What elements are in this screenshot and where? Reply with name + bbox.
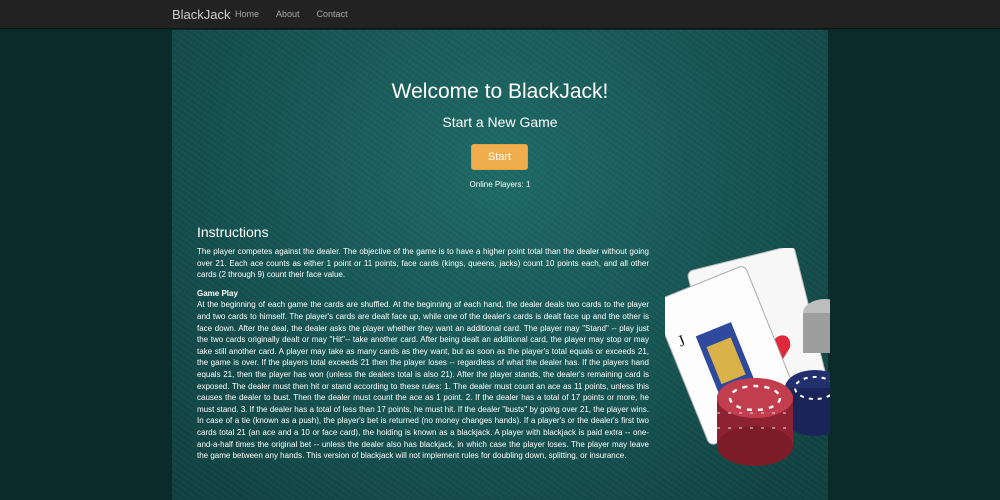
new-game-heading: Start a New Game [442, 114, 558, 130]
instructions-intro: The player competes against the dealer. … [197, 247, 649, 280]
instructions-section: Instructions The player competes against… [197, 224, 649, 462]
instructions-title: Instructions [197, 224, 269, 240]
grey-chip-stack [803, 299, 830, 353]
nav-links: Home About Contact [235, 9, 365, 19]
side-panel-right [828, 30, 1000, 500]
brand-link[interactable]: BlackJack [172, 7, 231, 22]
online-players-count: 1 [526, 180, 531, 189]
start-button[interactable]: Start [471, 144, 528, 170]
page-title: Welcome to BlackJack! [391, 80, 609, 103]
navbar: BlackJack Home About Contact [0, 0, 1000, 29]
nav-home-link[interactable]: Home [235, 9, 259, 19]
cards-and-chips-illustration: A J [665, 248, 830, 466]
online-players-label: Online Players: [469, 180, 524, 189]
side-panel-left [0, 30, 172, 500]
gameplay-text: At the beginning of each game the cards … [197, 300, 649, 461]
nav-about-link[interactable]: About [276, 9, 300, 19]
red-chip-stack [717, 378, 793, 466]
gameplay-title: Game Play [197, 288, 238, 298]
nav-contact-link[interactable]: Contact [317, 9, 348, 19]
online-players: Online Players: 1 [172, 180, 828, 189]
